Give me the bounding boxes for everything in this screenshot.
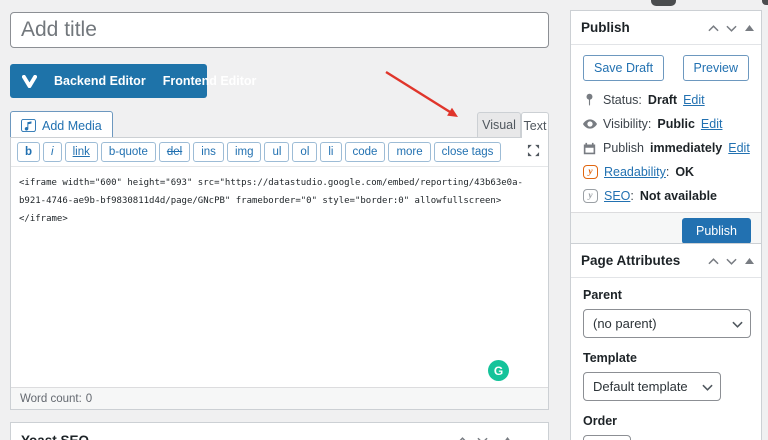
code-textarea[interactable]: <iframe width="600" height="693" src="ht… (11, 167, 548, 391)
collapse-toggle-icon[interactable] (745, 11, 754, 45)
move-up-icon[interactable] (457, 423, 468, 440)
backend-editor-button[interactable]: Backend Editor (54, 74, 146, 88)
collapse-toggle-icon[interactable] (745, 244, 754, 278)
publish-panel-title: Publish (581, 20, 630, 35)
schedule-edit-link[interactable]: Edit (728, 141, 750, 155)
parent-select-value: (no parent) (593, 316, 657, 331)
seo-link[interactable]: SEO (604, 189, 630, 203)
screen-artifact-top (651, 0, 676, 6)
code-line: </iframe> (19, 210, 540, 228)
move-up-icon[interactable] (708, 11, 719, 45)
quicktag-bold-button[interactable]: b (17, 142, 40, 162)
readability-link[interactable]: Readability (604, 165, 666, 179)
schedule-row: Publish immediately Edit (583, 140, 749, 156)
word-count-bar: Word count: 0 (11, 387, 548, 409)
quicktag-bquote-button[interactable]: b-quote (101, 142, 156, 162)
status-value: Draft (648, 93, 677, 107)
tab-visual[interactable]: Visual (477, 112, 521, 137)
wordpress-page-editor: Backend Editor Frontend Editor Add Media… (0, 0, 768, 440)
quicktag-italic-button[interactable]: i (43, 142, 62, 162)
text-editor-box: b i link b-quote del ins img ul ol li co… (10, 137, 549, 410)
seo-row: y SEO: Not available (583, 188, 749, 204)
publish-panel: Publish Save Draft Preview Status: Draf (570, 10, 762, 250)
quicktag-more-button[interactable]: more (388, 142, 430, 162)
screen-artifact-corner (762, 0, 768, 5)
template-label: Template (583, 351, 749, 365)
code-line: <iframe width="600" height="693" src="ht… (19, 174, 540, 192)
grammarly-icon[interactable]: G (488, 360, 509, 381)
quicktag-link-button[interactable]: link (65, 142, 98, 162)
wpbakery-editor-bar: Backend Editor Frontend Editor (10, 64, 207, 98)
word-count-label: Word count: (20, 393, 82, 405)
yoast-readability-icon: y (583, 165, 598, 179)
chevron-down-icon (732, 321, 743, 328)
calendar-icon (583, 142, 597, 155)
yoast-panel-title: Yoast SEO (21, 433, 89, 440)
add-media-label: Add Media (42, 119, 102, 133)
readability-value: OK (675, 165, 694, 179)
quicktag-ins-button[interactable]: ins (193, 142, 224, 162)
order-input[interactable] (583, 435, 631, 440)
frontend-editor-button[interactable]: Frontend Editor (163, 74, 257, 88)
quicktag-del-button[interactable]: del (159, 142, 190, 162)
move-up-icon[interactable] (708, 244, 719, 278)
yoast-seo-icon: y (583, 189, 598, 203)
visibility-value: Public (657, 117, 695, 131)
readability-row: y Readability: OK (583, 164, 749, 180)
move-down-icon[interactable] (726, 11, 737, 45)
eye-icon (583, 119, 597, 129)
status-label: Status: (603, 93, 642, 107)
wpbakery-logo-icon (22, 75, 37, 88)
quicktag-li-button[interactable]: li (320, 142, 341, 162)
title-input[interactable] (10, 12, 549, 48)
save-draft-button[interactable]: Save Draft (583, 55, 664, 81)
quicktag-ol-button[interactable]: ol (292, 142, 317, 162)
visibility-edit-link[interactable]: Edit (701, 117, 723, 131)
order-label: Order (583, 414, 749, 428)
tab-text[interactable]: Text (521, 112, 549, 138)
seo-value: Not available (640, 189, 717, 203)
template-select[interactable]: Default template (583, 372, 721, 401)
parent-select[interactable]: (no parent) (583, 309, 751, 338)
yoast-seo-panel: Yoast SEO (10, 422, 549, 440)
chevron-down-icon (702, 384, 713, 391)
pin-icon (583, 93, 597, 107)
quicktags-toolbar: b i link b-quote del ins img ul ol li co… (11, 138, 548, 167)
quicktag-img-button[interactable]: img (227, 142, 262, 162)
fullscreen-expand-icon[interactable] (527, 144, 540, 157)
readability-sep: : (666, 165, 669, 179)
preview-button[interactable]: Preview (683, 55, 749, 81)
page-attributes-title: Page Attributes (581, 253, 680, 268)
visibility-label: Visibility: (603, 117, 651, 131)
collapse-toggle-icon[interactable] (503, 423, 512, 440)
word-count-value: 0 (86, 393, 92, 405)
move-down-icon[interactable] (726, 244, 737, 278)
media-icon (21, 119, 36, 132)
quicktag-closetags-button[interactable]: close tags (434, 142, 502, 162)
status-row: Status: Draft Edit (583, 92, 749, 108)
quicktag-code-button[interactable]: code (345, 142, 386, 162)
code-line: b921-4746-ae9b-bf9830811d4d/page/GNcPB" … (19, 192, 540, 210)
schedule-label: Publish (603, 141, 644, 155)
move-down-icon[interactable] (477, 423, 488, 440)
quicktag-ul-button[interactable]: ul (264, 142, 289, 162)
add-media-button[interactable]: Add Media (10, 111, 113, 140)
visibility-row: Visibility: Public Edit (583, 116, 749, 132)
parent-label: Parent (583, 288, 749, 302)
schedule-value: immediately (650, 141, 722, 155)
status-edit-link[interactable]: Edit (683, 93, 705, 107)
template-select-value: Default template (593, 379, 688, 394)
publish-button[interactable]: Publish (682, 218, 751, 244)
seo-sep: : (630, 189, 633, 203)
page-attributes-panel: Page Attributes Parent (no parent) Templ… (570, 243, 762, 440)
